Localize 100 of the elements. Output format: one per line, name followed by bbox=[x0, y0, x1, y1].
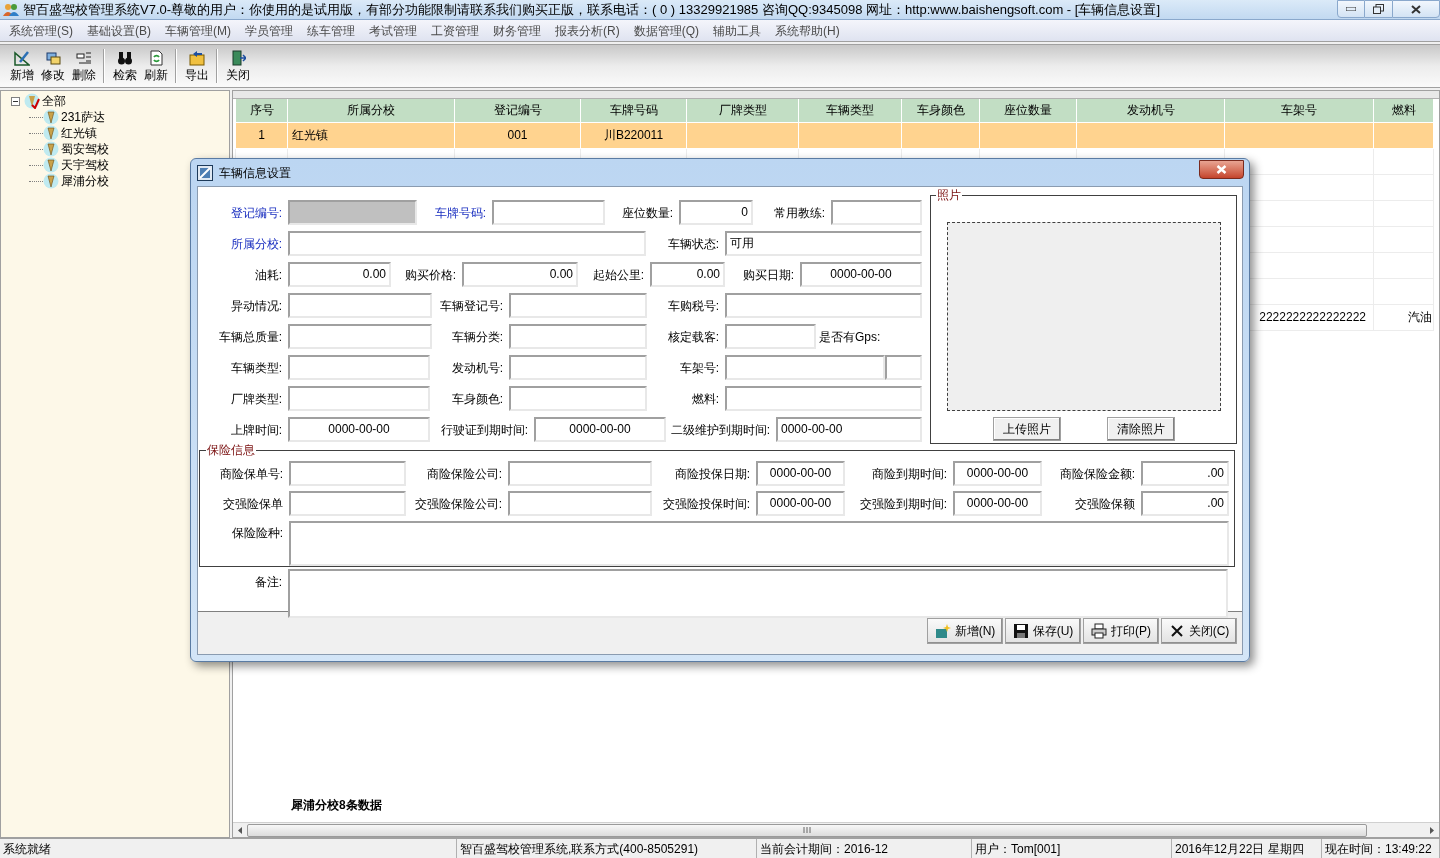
text-field[interactable] bbox=[288, 324, 432, 349]
text-field[interactable] bbox=[289, 461, 406, 486]
text-field[interactable] bbox=[725, 386, 922, 411]
column-header[interactable]: 车牌号码 bbox=[580, 99, 687, 122]
menu-item[interactable]: 财务管理 bbox=[486, 21, 548, 40]
text-field[interactable] bbox=[509, 324, 647, 349]
text-field[interactable]: 可用 bbox=[725, 231, 922, 256]
column-header[interactable]: 登记编号 bbox=[454, 99, 581, 122]
status-text: 系统就绪 bbox=[3, 840, 51, 858]
menu-item[interactable]: 练车管理 bbox=[300, 21, 362, 40]
restore-button[interactable] bbox=[1365, 0, 1392, 18]
text-field[interactable]: 0.00 bbox=[462, 262, 578, 287]
text-field[interactable] bbox=[725, 324, 816, 349]
toolbar-button[interactable]: 检索 bbox=[109, 47, 140, 85]
toolbar-button[interactable]: 导出 bbox=[181, 47, 212, 85]
expander-icon[interactable] bbox=[11, 96, 20, 106]
pin-icon bbox=[43, 109, 59, 125]
text-field[interactable]: 0.00 bbox=[650, 262, 725, 287]
field-label: 登记编号: bbox=[230, 204, 282, 222]
text-field[interactable]: 0000-00-00 bbox=[800, 262, 922, 287]
menu-item[interactable]: 系统帮助(H) bbox=[768, 21, 847, 40]
dialog-button[interactable]: 新增(N) bbox=[927, 618, 1003, 644]
tree-item[interactable]: 全部 bbox=[42, 92, 66, 110]
column-header[interactable]: 发动机号 bbox=[1076, 99, 1225, 122]
field-label: 车牌号码: bbox=[434, 204, 486, 222]
table-cell: 红光镇 bbox=[287, 122, 455, 148]
text-field[interactable]: 0000-00-00 bbox=[953, 491, 1042, 516]
text-field[interactable] bbox=[508, 491, 652, 516]
column-header[interactable]: 车身颜色 bbox=[901, 99, 980, 122]
sparkle-box-icon bbox=[934, 623, 951, 639]
text-field[interactable] bbox=[509, 355, 647, 380]
menu-item[interactable]: 报表分析(R) bbox=[548, 21, 627, 40]
text-field[interactable] bbox=[509, 293, 647, 318]
menu-item[interactable]: 车辆管理(M) bbox=[158, 21, 238, 40]
toolbar-button[interactable]: 删除 bbox=[68, 47, 99, 85]
text-field[interactable]: 0.00 bbox=[288, 262, 391, 287]
menu-item[interactable]: 考试管理 bbox=[362, 21, 424, 40]
dialog-button[interactable]: 保存(U) bbox=[1005, 618, 1081, 644]
menu-item[interactable]: 基础设置(B) bbox=[80, 21, 158, 40]
dialog-button[interactable]: 打印(P) bbox=[1083, 618, 1159, 644]
text-field[interactable]: 0000-00-00 bbox=[288, 417, 430, 442]
text-field[interactable] bbox=[288, 293, 432, 318]
text-field[interactable]: .00 bbox=[1141, 491, 1229, 516]
text-field[interactable]: 0000-00-00 bbox=[776, 417, 922, 442]
pin-icon bbox=[43, 173, 59, 189]
column-header[interactable]: 所属分校 bbox=[287, 99, 455, 122]
column-header[interactable]: 序号 bbox=[235, 99, 288, 122]
text-field[interactable]: 0000-00-00 bbox=[534, 417, 666, 442]
field-label: 常用教练: bbox=[773, 204, 825, 222]
tree-item[interactable]: 231萨达 bbox=[61, 108, 106, 126]
text-field[interactable] bbox=[885, 355, 922, 380]
toolbar-button[interactable]: 刷新 bbox=[140, 47, 171, 85]
column-header[interactable]: 车架号 bbox=[1224, 99, 1374, 122]
text-field[interactable] bbox=[288, 386, 430, 411]
photo-button[interactable]: 上传照片 bbox=[992, 417, 1061, 441]
menu-item[interactable]: 辅助工具 bbox=[706, 21, 768, 40]
column-header[interactable]: 燃料 bbox=[1373, 99, 1434, 122]
text-field[interactable] bbox=[289, 521, 1229, 566]
column-header[interactable]: 车辆类型 bbox=[798, 99, 902, 122]
text-field[interactable] bbox=[509, 386, 647, 411]
toolbar-button[interactable]: 新增 bbox=[6, 47, 37, 85]
pin-check-icon bbox=[24, 93, 40, 109]
dialog-button[interactable]: 关闭(C) bbox=[1161, 618, 1237, 644]
text-field[interactable]: 0000-00-00 bbox=[953, 461, 1042, 486]
text-field[interactable]: 0000-00-00 bbox=[756, 461, 845, 486]
text-field[interactable] bbox=[288, 355, 430, 380]
column-header[interactable]: 厂牌类型 bbox=[686, 99, 799, 122]
status-text: 用户：Tom[001] bbox=[975, 840, 1061, 858]
window-title: 智百盛驾校管理系统V7.0-尊敬的用户：你使用的是试用版，有部分功能限制请联系我们购买正版，联系电话：( 0 ) 13329921985 咨询QQ:9345098 网址：http:www.baishengsoft.com - [车辆信息设置] bbox=[23, 0, 1161, 19]
text-field[interactable]: 0000-00-00 bbox=[756, 491, 845, 516]
menu-item[interactable]: 工资管理 bbox=[424, 21, 486, 40]
menu-item[interactable]: 数据管理(Q) bbox=[626, 21, 706, 40]
text-field[interactable] bbox=[288, 569, 1228, 618]
text-field[interactable] bbox=[492, 200, 605, 225]
text-field[interactable] bbox=[725, 355, 885, 380]
text-field[interactable] bbox=[725, 293, 922, 318]
photo-button[interactable]: 清除照片 bbox=[1106, 417, 1175, 441]
field-label: 行驶证到期时间: bbox=[440, 421, 528, 439]
tree-item[interactable]: 犀浦分校 bbox=[61, 172, 109, 190]
column-header[interactable]: 座位数量 bbox=[979, 99, 1077, 122]
field-label: 座位数量: bbox=[621, 204, 673, 222]
close-button[interactable] bbox=[1199, 159, 1244, 179]
text-field[interactable] bbox=[288, 231, 646, 256]
toolbar-button[interactable]: 修改 bbox=[37, 47, 68, 85]
tree-item[interactable]: 蜀安驾校 bbox=[61, 140, 109, 158]
text-field[interactable] bbox=[508, 461, 652, 486]
menu-item[interactable]: 系统管理(S) bbox=[2, 21, 80, 40]
tree-item[interactable]: 天宇驾校 bbox=[61, 156, 109, 174]
close-button[interactable] bbox=[1392, 0, 1440, 18]
text-field[interactable] bbox=[831, 200, 922, 225]
field-label: 商险投保日期: bbox=[674, 465, 750, 483]
table-cell: 汽油 bbox=[1373, 304, 1434, 330]
menu-item[interactable]: 学员管理 bbox=[238, 21, 300, 40]
table-row[interactable]: 1 红光镇 001 川B220011 bbox=[235, 122, 1434, 148]
text-field[interactable]: 0 bbox=[679, 200, 753, 225]
text-field[interactable] bbox=[289, 491, 406, 516]
table-cell: 川B220011 bbox=[580, 122, 687, 148]
toolbar-button[interactable]: 关闭 bbox=[222, 47, 253, 85]
text-field[interactable]: .00 bbox=[1141, 461, 1229, 486]
tree-item[interactable]: 红光镇 bbox=[61, 124, 97, 142]
